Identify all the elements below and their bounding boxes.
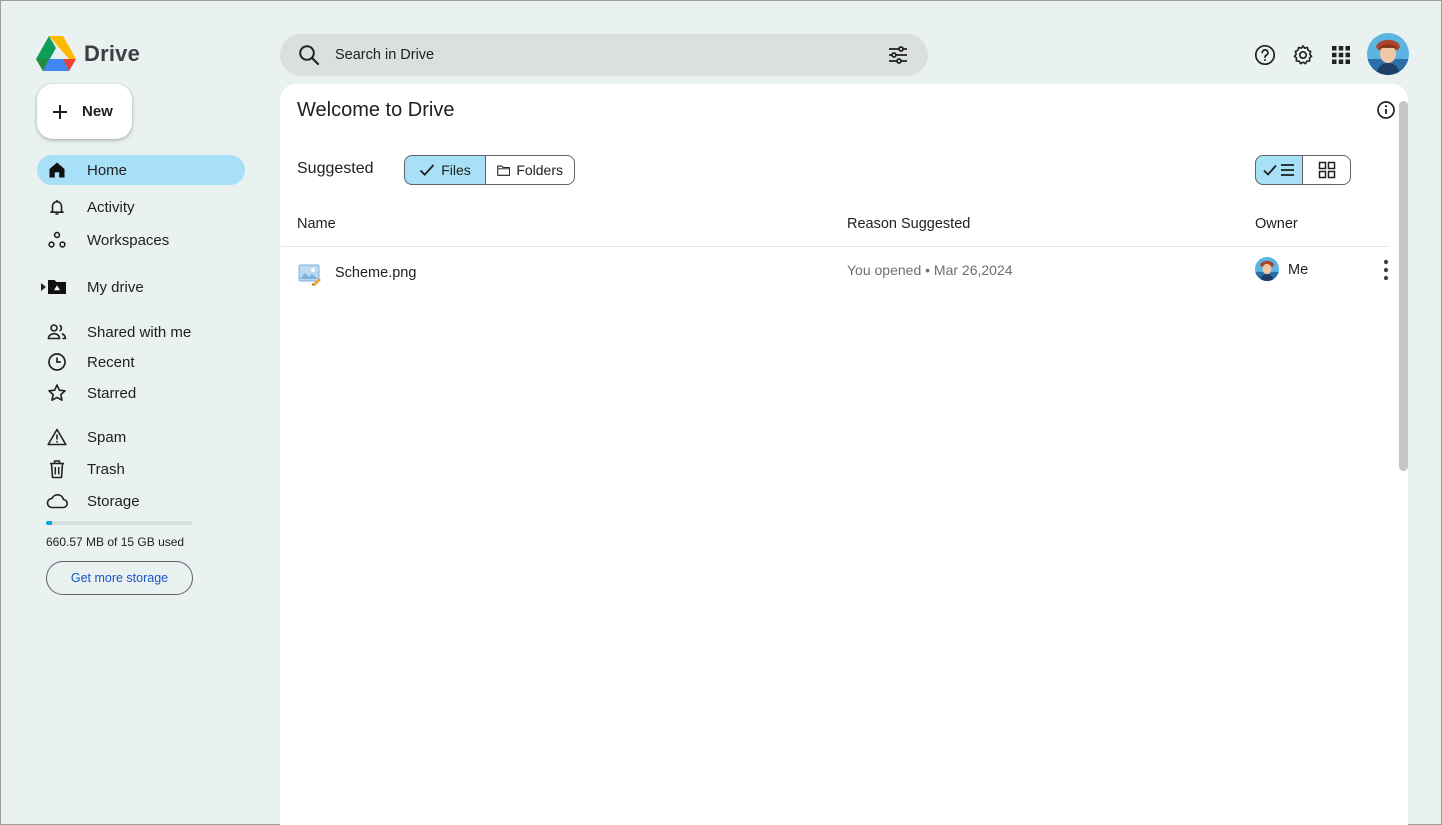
list-view-button[interactable] (1255, 155, 1303, 185)
check-icon (420, 164, 435, 177)
drive-logo[interactable]: Drive (36, 36, 140, 72)
people-icon (46, 321, 68, 343)
folders-chip-label: Folders (516, 162, 563, 178)
files-filter-chip[interactable]: Files (404, 155, 486, 185)
sidebar-item-my-drive[interactable]: My drive (37, 272, 245, 302)
search-bar[interactable] (280, 34, 928, 76)
sidebar-item-storage[interactable]: Storage (37, 486, 245, 516)
sidebar-item-activity[interactable]: Activity (37, 192, 245, 222)
account-avatar[interactable] (1367, 33, 1409, 75)
sidebar-item-recent[interactable]: Recent (37, 347, 245, 377)
sidebar-item-starred[interactable]: Starred (37, 378, 245, 408)
cloud-icon (46, 490, 68, 512)
column-header-reason: Reason Suggested (847, 216, 971, 232)
expand-caret-icon[interactable] (41, 283, 47, 291)
star-icon (46, 382, 68, 404)
sidebar-item-shared-with-me[interactable]: Shared with me (37, 317, 245, 347)
owner-name: Me (1288, 262, 1309, 278)
sidebar-item-label: My drive (87, 278, 144, 296)
home-icon (46, 159, 68, 181)
storage-progress-fill (46, 521, 53, 525)
my-drive-icon (46, 276, 68, 298)
image-file-icon (298, 264, 322, 287)
sidebar-item-label: Trash (87, 460, 125, 478)
suggested-filter-chips: Files Folders (404, 155, 575, 185)
file-name[interactable]: Scheme.png (335, 265, 416, 281)
search-options-icon[interactable] (886, 43, 910, 67)
sidebar-item-label: Shared with me (87, 323, 192, 341)
scrollbar[interactable] (1399, 101, 1408, 471)
search-input[interactable] (335, 34, 886, 76)
folder-icon (497, 165, 511, 176)
sidebar-item-trash[interactable]: Trash (37, 454, 245, 484)
new-button-label: New (82, 103, 113, 120)
sidebar-item-label: Home (87, 161, 128, 179)
apps-grid-icon[interactable] (1328, 42, 1354, 68)
bell-icon (46, 196, 68, 218)
sidebar-item-home[interactable]: Home (37, 155, 245, 185)
folders-filter-chip[interactable]: Folders (486, 155, 575, 185)
trash-icon (46, 458, 68, 480)
details-info-icon[interactable] (1375, 99, 1397, 121)
sidebar-item-label: Starred (87, 384, 137, 402)
grid-view-icon (1318, 161, 1335, 179)
sidebar-item-label: Spam (87, 428, 127, 446)
grid-view-button[interactable] (1303, 155, 1351, 185)
sidebar-item-label: Workspaces (87, 231, 170, 249)
get-more-storage-button[interactable]: Get more storage (46, 561, 193, 595)
new-button[interactable]: New (37, 84, 132, 139)
owner-avatar (1255, 257, 1279, 281)
column-header-name[interactable]: Name (297, 216, 336, 232)
sidebar-item-spam[interactable]: Spam (37, 422, 245, 452)
page-title: Welcome to Drive (297, 99, 455, 121)
main-panel (280, 84, 1408, 825)
files-chip-label: Files (441, 162, 471, 178)
app-title: Drive (84, 41, 141, 66)
settings-gear-icon[interactable] (1290, 42, 1316, 68)
more-actions-icon[interactable] (1377, 257, 1395, 283)
clock-icon (46, 351, 68, 373)
storage-usage-text: 660.57 MB of 15 GB used (46, 535, 185, 549)
sidebar-item-label: Recent (87, 353, 135, 371)
workspaces-icon (46, 229, 68, 251)
sidebar-item-workspaces[interactable]: Workspaces (37, 225, 245, 255)
suggested-label: Suggested (297, 160, 374, 177)
sidebar-item-label: Activity (87, 198, 135, 216)
column-header-owner: Owner (1255, 216, 1298, 232)
search-icon[interactable] (297, 43, 321, 67)
sidebar-item-label: Storage (87, 492, 140, 510)
help-icon[interactable] (1252, 42, 1278, 68)
view-mode-toggle (1255, 155, 1351, 185)
storage-progress-bar (46, 521, 192, 525)
plus-icon (53, 104, 67, 119)
reason-suggested: You opened • Mar 26,2024 (847, 262, 1013, 278)
drive-logo-icon (36, 36, 76, 71)
list-view-icon (1263, 164, 1294, 176)
warning-icon (46, 426, 68, 448)
table-row[interactable] (281, 247, 1388, 293)
